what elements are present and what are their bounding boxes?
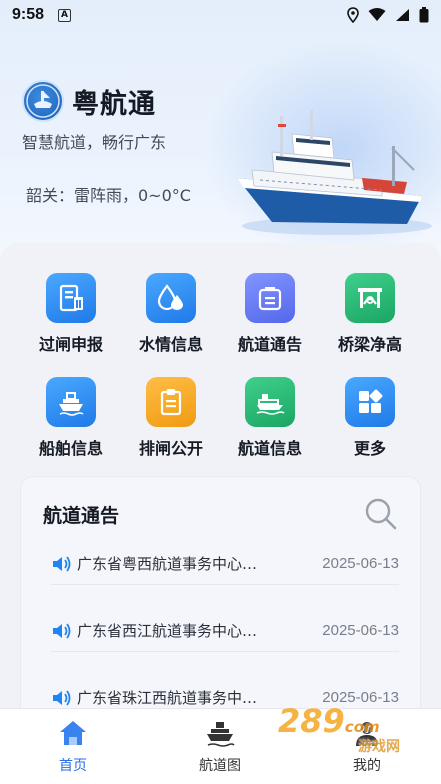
speaker-icon xyxy=(53,555,71,572)
ship-nav-icon xyxy=(207,722,235,747)
clipboard-icon xyxy=(146,377,196,427)
notice-text: 广东省西江航道事务中心… xyxy=(77,622,258,640)
watermark-brand: 289 xyxy=(278,702,345,740)
menu-item-lock-schedule[interactable]: 排闸公开 xyxy=(121,377,221,459)
menu-item-ship-info[interactable]: 船舶信息 xyxy=(21,377,121,459)
notice-date: 2025-06-13 xyxy=(322,622,399,639)
hero-banner: 粤航通 智慧航道，畅行广东 韶关：雷阵雨，0~0°C xyxy=(0,0,441,262)
app-slogan: 智慧航道，畅行广东 xyxy=(22,133,167,152)
menu-item-more[interactable]: 更多 xyxy=(320,377,420,459)
notice-text: 广东省珠江西航道事务中… xyxy=(77,689,258,707)
notice-date: 2025-06-13 xyxy=(322,555,399,572)
notice-card: 航道通告 广东省粤西航道事务中心… 2025-06-13 广东省西江航道事务中心… xyxy=(21,477,420,737)
menu-item-bridge-clearance[interactable]: 桥梁净高 xyxy=(320,273,420,355)
notice-row[interactable]: 广东省西江航道事务中心… 2025-06-13 xyxy=(51,610,399,652)
nav-label: 航道图 xyxy=(199,758,241,774)
bridge-icon xyxy=(345,273,395,323)
menu-item-water-info[interactable]: 水情信息 xyxy=(121,273,221,355)
more-grid-icon xyxy=(345,377,395,427)
menu-label: 桥梁净高 xyxy=(337,335,402,354)
menu-label: 更多 xyxy=(353,439,386,458)
menu-label: 船舶信息 xyxy=(38,439,103,458)
wifi-icon xyxy=(368,8,386,21)
channel-ship-icon xyxy=(245,377,295,427)
nav-tab-home[interactable]: 首页 xyxy=(23,719,123,775)
main-panel: 过闸申报 水情信息 航道通告 桥梁净高 船舶信息 排闸公开 航道信息 更多 航道… xyxy=(0,243,441,737)
ship-illustration xyxy=(237,110,432,235)
water-drop-icon xyxy=(146,273,196,323)
ship-icon xyxy=(46,377,96,427)
menu-label: 水情信息 xyxy=(138,335,203,354)
watermark-site: 游戏网 xyxy=(358,739,400,755)
menu-item-channel-notice[interactable]: 航道通告 xyxy=(220,273,320,355)
notification-badge-icon: A xyxy=(58,8,72,22)
app-name: 粤航通 xyxy=(72,89,156,120)
watermark-logo: 289com 游戏网 xyxy=(278,702,400,755)
notice-row[interactable]: 广东省粤西航道事务中心… 2025-06-13 xyxy=(51,543,399,585)
nav-tab-channel-map[interactable]: 航道图 xyxy=(170,719,270,775)
search-icon[interactable] xyxy=(364,497,398,531)
menu-label: 航道通告 xyxy=(237,335,302,354)
battery-icon xyxy=(419,7,429,23)
nav-label: 首页 xyxy=(59,758,87,774)
speaker-icon xyxy=(53,689,71,706)
weather-info: 韶关：雷阵雨，0~0°C xyxy=(26,186,191,205)
menu-item-channel-info[interactable]: 航道信息 xyxy=(220,377,320,459)
lock-declare-icon xyxy=(46,273,96,323)
notice-bag-icon xyxy=(245,273,295,323)
menu-label: 排闸公开 xyxy=(138,439,203,458)
notice-text: 广东省粤西航道事务中心… xyxy=(77,555,258,573)
notice-card-title: 航道通告 xyxy=(43,505,120,527)
nav-label: 我的 xyxy=(353,758,381,774)
menu-label: 过闸申报 xyxy=(38,335,103,354)
home-icon xyxy=(60,721,86,745)
status-bar: 9:58 A xyxy=(0,0,441,30)
menu-item-lock-declare[interactable]: 过闸申报 xyxy=(21,273,121,355)
speaker-icon xyxy=(53,622,71,639)
watermark-suffix: com xyxy=(344,718,380,736)
location-icon xyxy=(347,7,359,23)
signal-icon xyxy=(396,9,409,21)
status-time: 9:58 xyxy=(12,6,45,23)
menu-label: 航道信息 xyxy=(237,439,302,458)
app-logo xyxy=(22,80,64,122)
